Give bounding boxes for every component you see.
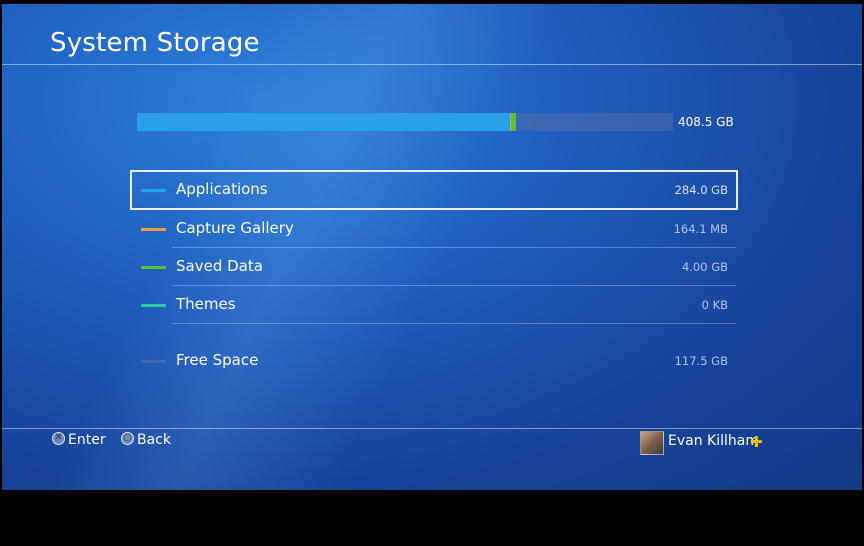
enter-hint[interactable]: ✕ Enter (52, 432, 106, 448)
row-divider (172, 323, 736, 324)
back-label: Back (137, 432, 171, 448)
category-row-free-space: Free Space 117.5 GB (138, 342, 738, 380)
category-label: Applications (176, 180, 268, 198)
ps-plus-icon: ✚ (750, 433, 763, 451)
category-row-applications[interactable]: Applications 284.0 GB (130, 170, 738, 210)
screen: System Storage 408.5 GB Applications 284… (2, 4, 862, 490)
back-hint[interactable]: ○ Back (121, 432, 171, 448)
category-label: Free Space (176, 351, 259, 369)
themes-color-swatch (141, 304, 166, 307)
avatar (640, 431, 664, 455)
free-space-color-swatch (141, 360, 166, 363)
user-name: Evan Killham (668, 433, 759, 449)
storage-bar-applications (137, 113, 510, 131)
category-label: Saved Data (176, 257, 263, 275)
cross-button-icon: ✕ (52, 432, 65, 445)
category-row-capture-gallery[interactable]: Capture Gallery 164.1 MB (138, 210, 738, 248)
category-size: 4.00 GB (681, 260, 728, 274)
category-row-saved-data[interactable]: Saved Data 4.00 GB (138, 248, 738, 286)
applications-color-swatch (141, 189, 166, 192)
category-size: 164.1 MB (673, 222, 728, 236)
storage-bar-saved-data (510, 113, 516, 131)
capture-gallery-color-swatch (141, 228, 166, 231)
category-row-themes[interactable]: Themes 0 KB (138, 286, 738, 324)
category-size: 0 KB (701, 298, 728, 312)
footer-divider (2, 428, 862, 429)
storage-total: 408.5 GB (678, 115, 734, 129)
category-label: Themes (176, 295, 236, 313)
category-label: Capture Gallery (176, 219, 294, 237)
header-divider (2, 64, 862, 65)
storage-usage-bar (137, 113, 673, 131)
circle-button-icon: ○ (121, 432, 134, 445)
category-size: 284.0 GB (674, 183, 728, 197)
page-title: System Storage (50, 28, 260, 58)
saved-data-color-swatch (141, 266, 166, 269)
enter-label: Enter (68, 432, 106, 448)
category-size: 117.5 GB (674, 354, 728, 368)
